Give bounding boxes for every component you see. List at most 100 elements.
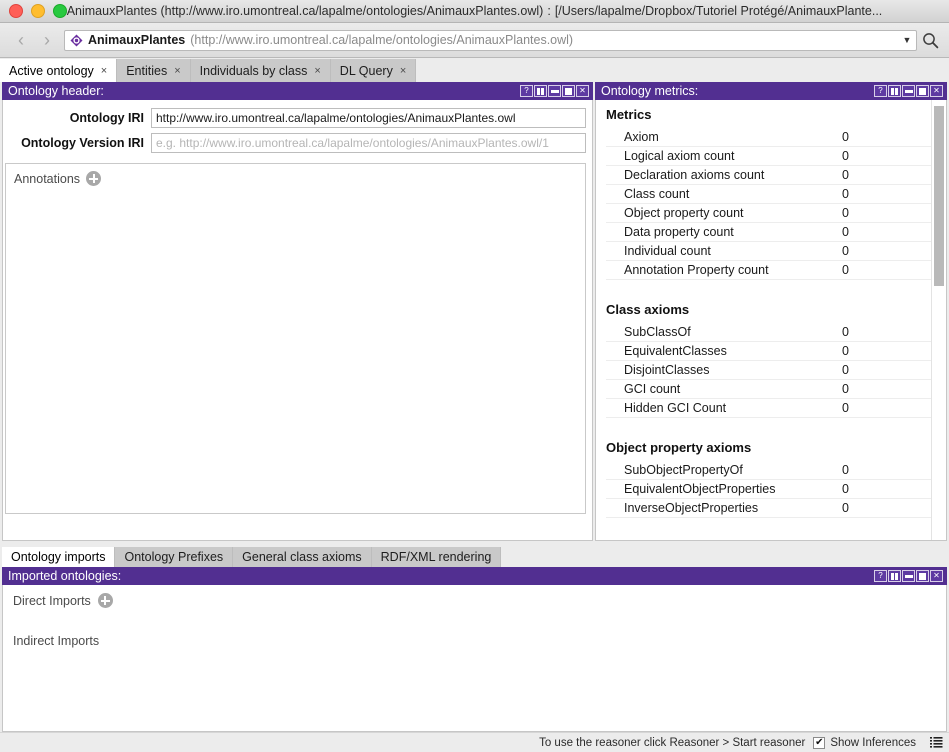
panel-buttons-right: ? ✕ [874, 85, 943, 97]
metric-name: DisjointClasses [624, 363, 842, 377]
close-tab-icon[interactable]: × [101, 65, 107, 77]
metric-value: 0 [842, 187, 932, 201]
main-content: Ontology header: ? ✕ Ontology IRI [0, 82, 949, 752]
split-view-icon[interactable] [888, 570, 901, 582]
annotations-label: Annotations [14, 172, 80, 186]
metric-row: Hidden GCI Count0 [606, 399, 932, 418]
ontology-icon [70, 34, 83, 47]
top-panels-row: Ontology header: ? ✕ Ontology IRI [0, 82, 949, 541]
metric-name: Data property count [624, 225, 842, 239]
show-inferences-checkbox[interactable]: ✔ [813, 737, 825, 749]
close-panel-icon[interactable]: ✕ [930, 85, 943, 97]
ontology-metrics-panel-titlebar: Ontology metrics: ? ✕ [595, 82, 947, 100]
add-annotation-button[interactable] [86, 171, 101, 186]
toolbar: ‹ › AnimauxPlantes (http://www.iro.umont… [0, 23, 949, 58]
metrics-group-title: Metrics [606, 107, 932, 122]
show-inferences-label: Show Inferences [830, 737, 916, 749]
panel-buttons-imports: ? ✕ [874, 570, 943, 582]
ontology-version-iri-input[interactable] [151, 133, 586, 153]
bottom-tab-ontology-prefixes[interactable]: Ontology Prefixes [115, 547, 233, 567]
direct-imports-row: Direct Imports [13, 593, 946, 608]
bottom-tabstrip: Ontology importsOntology PrefixesGeneral… [0, 546, 949, 567]
imported-ontologies-body: Direct Imports Indirect Imports [2, 585, 947, 732]
metric-row: InverseObjectProperties0 [606, 499, 932, 518]
metric-row: Data property count0 [606, 223, 932, 242]
metrics-scroll-area: MetricsAxiom0Logical axiom count0Declara… [596, 100, 946, 540]
ontology-iri-input[interactable] [151, 108, 586, 128]
maximize-panel-icon[interactable] [562, 85, 575, 97]
metric-value: 0 [842, 244, 932, 258]
minimize-panel-icon[interactable] [902, 85, 915, 97]
bottom-tab-rdf-xml-rendering[interactable]: RDF/XML rendering [372, 547, 502, 567]
main-tabstrip: Active ontology×Entities×Individuals by … [0, 58, 949, 82]
help-icon[interactable]: ? [520, 85, 533, 97]
ontology-header-body: Ontology IRI Ontology Version IRI Annota… [2, 100, 593, 541]
metric-name: SubClassOf [624, 325, 842, 339]
metrics-group-spacer [606, 280, 932, 296]
chevron-down-icon[interactable]: ▼ [900, 35, 914, 45]
metric-name: Annotation Property count [624, 263, 842, 277]
ontology-version-iri-row: Ontology Version IRI [3, 133, 586, 153]
ontology-selector-combobox[interactable]: AnimauxPlantes (http://www.iro.umontreal… [64, 30, 917, 51]
ontology-version-iri-label: Ontology Version IRI [3, 136, 151, 150]
close-panel-icon[interactable]: ✕ [930, 570, 943, 582]
search-icon[interactable] [919, 27, 941, 53]
close-tab-icon[interactable]: × [174, 65, 180, 77]
metric-row: Class count0 [606, 185, 932, 204]
metric-value: 0 [842, 401, 932, 415]
metrics-scrollbar-thumb[interactable] [934, 106, 944, 286]
metrics-list: MetricsAxiom0Logical axiom count0Declara… [596, 107, 946, 518]
annotations-box: Annotations [5, 163, 586, 514]
minimize-panel-icon[interactable] [548, 85, 561, 97]
metric-name: EquivalentClasses [624, 344, 842, 358]
metric-name: Declaration axioms count [624, 168, 842, 182]
bottom-tab-general-class-axioms[interactable]: General class axioms [233, 547, 372, 567]
ontology-name-label: AnimauxPlantes [88, 33, 185, 47]
metric-value: 0 [842, 363, 932, 377]
indirect-imports-label: Indirect Imports [13, 634, 99, 648]
ontology-iri-row: Ontology IRI [3, 108, 586, 128]
metric-value: 0 [842, 168, 932, 182]
split-view-icon[interactable] [534, 85, 547, 97]
metric-name: Hidden GCI Count [624, 401, 842, 415]
metric-row: SubClassOf0 [606, 323, 932, 342]
window-title-main: AnimauxPlantes (http://www.iro.umontreal… [67, 4, 544, 18]
metrics-group-title: Class axioms [606, 302, 932, 317]
tab-dl-query[interactable]: DL Query× [331, 59, 416, 82]
forward-button[interactable]: › [34, 27, 60, 53]
show-inferences-group[interactable]: ✔ Show Inferences [813, 737, 916, 749]
help-icon[interactable]: ? [874, 85, 887, 97]
metric-row: Logical axiom count0 [606, 147, 932, 166]
tab-label: Active ontology [9, 64, 94, 78]
tab-entities[interactable]: Entities× [117, 59, 190, 82]
help-icon[interactable]: ? [874, 570, 887, 582]
metric-name: Axiom [624, 130, 842, 144]
metric-value: 0 [842, 501, 932, 515]
maximize-panel-icon[interactable] [916, 570, 929, 582]
metrics-scrollbar[interactable] [931, 100, 946, 540]
metric-name: SubObjectPropertyOf [624, 463, 842, 477]
metric-name: InverseObjectProperties [624, 501, 842, 515]
metric-name: Logical axiom count [624, 149, 842, 163]
close-tab-icon[interactable]: × [314, 65, 320, 77]
direct-imports-label: Direct Imports [13, 594, 91, 608]
metric-row: Axiom0 [606, 128, 932, 147]
minimize-panel-icon[interactable] [902, 570, 915, 582]
tab-active-ontology[interactable]: Active ontology × [0, 59, 117, 82]
tab-individuals-by-class[interactable]: Individuals by class× [191, 59, 331, 82]
metric-value: 0 [842, 482, 932, 496]
metric-row: GCI count0 [606, 380, 932, 399]
metric-row: EquivalentClasses0 [606, 342, 932, 361]
tabstrip-filler [416, 59, 949, 82]
panel-buttons-left: ? ✕ [520, 85, 589, 97]
maximize-panel-icon[interactable] [916, 85, 929, 97]
add-direct-import-button[interactable] [98, 593, 113, 608]
ontology-metrics-body: MetricsAxiom0Logical axiom count0Declara… [595, 100, 947, 541]
split-view-icon[interactable] [888, 85, 901, 97]
close-panel-icon[interactable]: ✕ [576, 85, 589, 97]
ontology-metrics-panel-title: Ontology metrics: [601, 84, 874, 98]
list-lines-icon[interactable] [924, 736, 943, 749]
bottom-tab-ontology-imports[interactable]: Ontology imports [2, 547, 115, 567]
back-button[interactable]: ‹ [8, 27, 34, 53]
close-tab-icon[interactable]: × [400, 65, 406, 77]
